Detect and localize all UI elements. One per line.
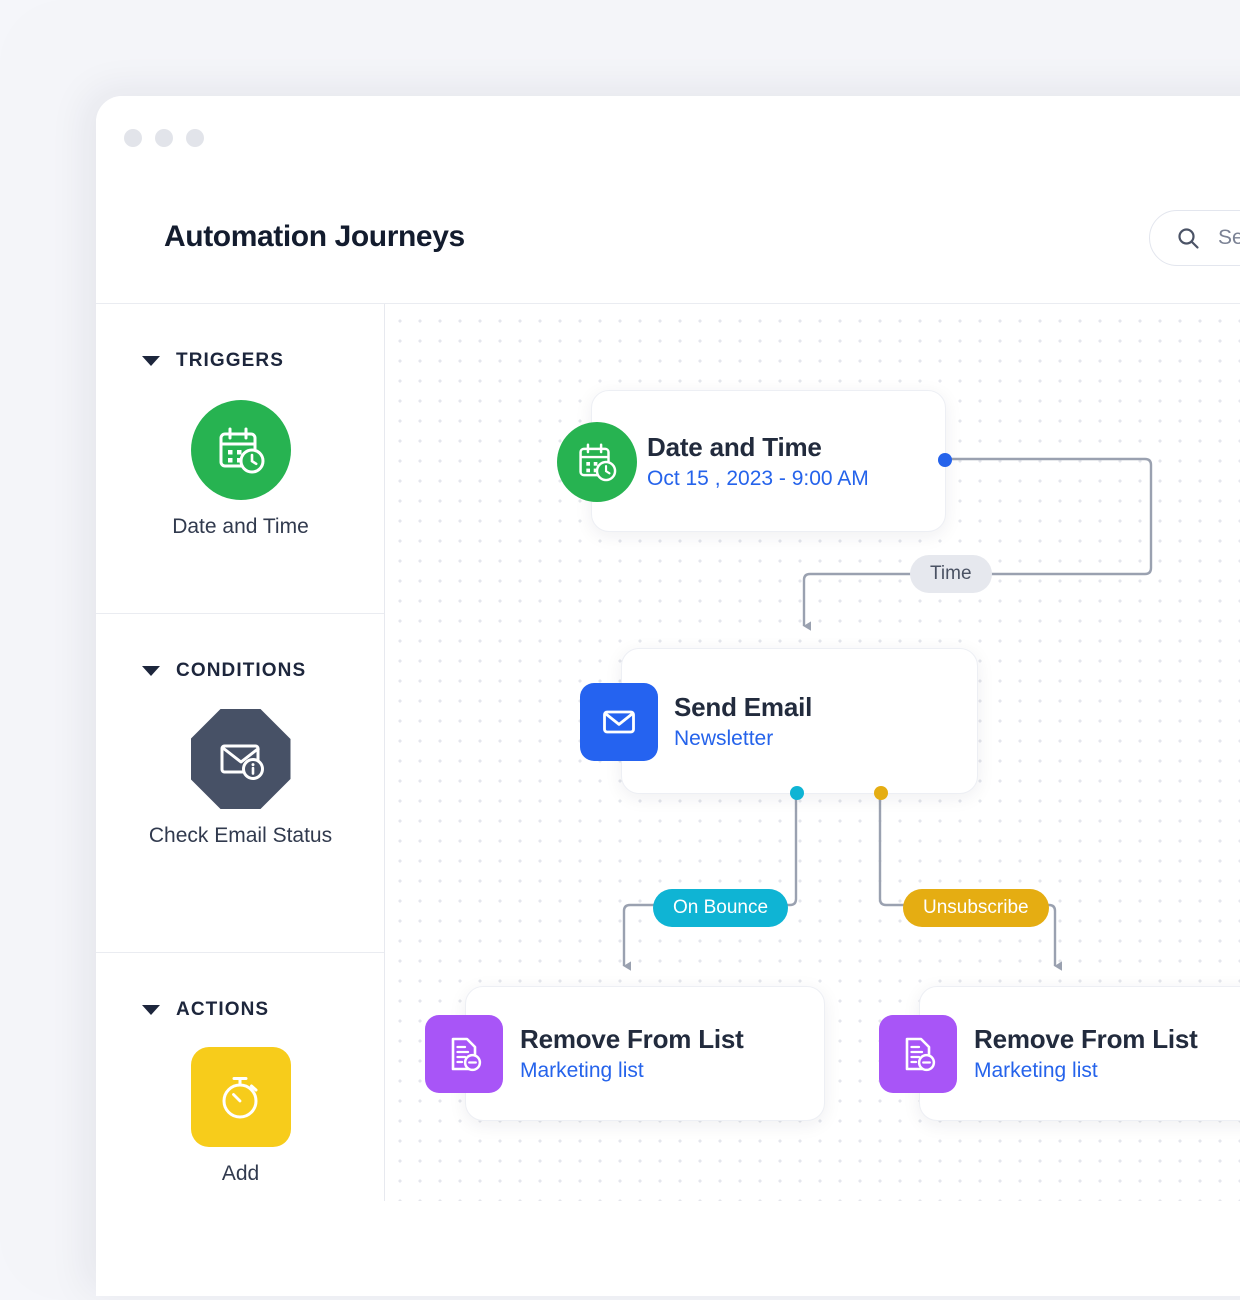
edge-label-text: On Bounce — [673, 897, 769, 918]
sidebar: TRIGGERS Date and Time CONDITIONS Check … — [96, 304, 385, 1201]
envelope-icon — [580, 683, 658, 761]
sidebar-section-title: ACTIONS — [176, 999, 270, 1020]
window-dot-minimize[interactable] — [155, 129, 173, 147]
sidebar-item-date-and-time[interactable]: Date and Time — [96, 400, 385, 541]
sidebar-item-label: Date and Time — [172, 515, 309, 538]
flow-node-date-and-time[interactable]: Date and Time Oct 15 , 2023 - 9:00 AM — [557, 390, 952, 532]
chevron-down-icon[interactable] — [142, 1005, 160, 1015]
flow-node-subtitle: Oct 15 , 2023 - 9:00 AM — [647, 466, 869, 490]
sidebar-section-title: CONDITIONS — [176, 660, 307, 681]
search-icon — [1178, 228, 1199, 249]
edge-label-time[interactable]: Time — [910, 555, 992, 593]
flow-node-subtitle: Marketing list — [974, 1059, 1098, 1082]
sidebar-item-label: Check Email Status — [148, 824, 333, 847]
sidebar-item-label: Add — [221, 1162, 260, 1185]
search-input-value: Se — [1218, 226, 1240, 249]
chevron-down-icon[interactable] — [142, 666, 160, 676]
flow-node-subtitle: Newsletter — [674, 726, 774, 750]
calendar-clock-icon — [557, 422, 637, 502]
calendar-clock-icon — [190, 400, 291, 500]
sidebar-item-check-email-status[interactable]: Check Email Status — [96, 709, 385, 850]
flow-node-title: Remove From List — [974, 1024, 1198, 1054]
edge-label-on-bounce[interactable]: On Bounce — [653, 889, 789, 927]
chevron-down-icon[interactable] — [142, 356, 160, 366]
flow-node-title: Remove From List — [520, 1024, 744, 1054]
flow-node-subtitle: Marketing list — [520, 1059, 644, 1082]
sidebar-section-title: TRIGGERS — [176, 350, 285, 371]
document-minus-icon — [425, 1015, 503, 1093]
sidebar-section-header-conditions[interactable]: CONDITIONS — [96, 614, 384, 682]
flow-node-title: Date and Time — [647, 431, 822, 462]
flow-node-send-email[interactable]: Send Email Newsletter — [580, 648, 978, 800]
sidebar-item-add[interactable]: Add — [96, 1047, 385, 1188]
window-titlebar — [96, 96, 1240, 176]
edge-label-unsubscribe[interactable]: Unsubscribe — [903, 889, 1049, 927]
document-minus-icon — [879, 1015, 957, 1093]
sidebar-section-conditions: CONDITIONS Check Email Status — [96, 614, 384, 953]
output-port-unsubscribe[interactable] — [874, 786, 888, 800]
flow-node-remove-from-list-1[interactable]: Remove From List Marketing list — [425, 986, 825, 1121]
flow-node-title: Send Email — [674, 691, 813, 722]
sidebar-section-actions: ACTIONS Add — [96, 953, 384, 1213]
app-header: Automation Journeys Se — [96, 176, 1240, 304]
sidebar-section-header-actions[interactable]: ACTIONS — [96, 953, 384, 1021]
flow-canvas[interactable]: Date and Time Oct 15 , 2023 - 9:00 AM Ti… — [385, 304, 1240, 1201]
output-port-time[interactable] — [938, 453, 952, 467]
sidebar-section-triggers: TRIGGERS Date and Time — [96, 304, 384, 614]
sidebar-section-header-triggers[interactable]: TRIGGERS — [96, 304, 384, 372]
envelope-info-icon — [190, 709, 291, 809]
window-dot-close[interactable] — [124, 129, 142, 147]
flow-node-remove-from-list-2[interactable]: Remove From List Marketing list — [879, 986, 1240, 1121]
edge-label-text: Unsubscribe — [923, 897, 1029, 918]
edge-label-text: Time — [930, 563, 972, 584]
output-port-on-bounce[interactable] — [790, 786, 804, 800]
stopwatch-icon — [190, 1047, 291, 1147]
page-title: Automation Journeys — [164, 220, 465, 253]
window-dot-maximize[interactable] — [186, 129, 204, 147]
search-input[interactable]: Se — [1149, 210, 1240, 266]
